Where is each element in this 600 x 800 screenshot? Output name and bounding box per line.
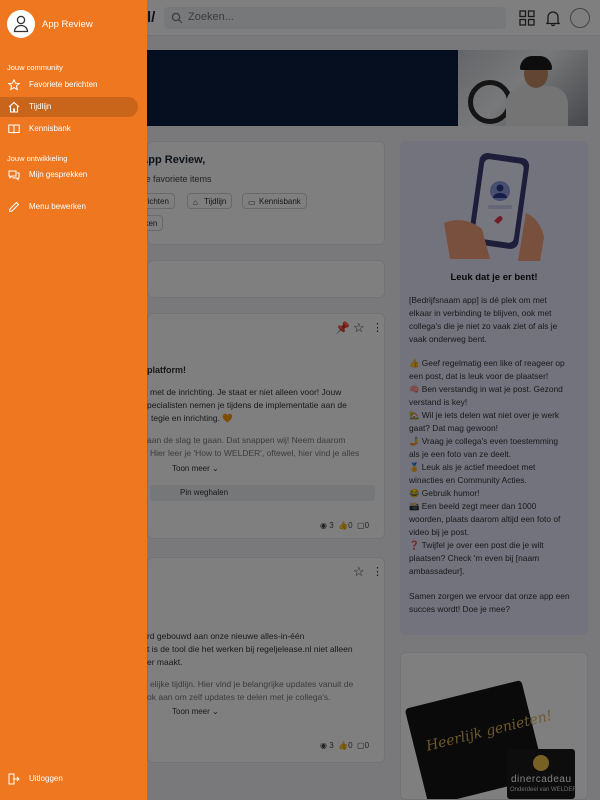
nav-label: Menu bewerken	[29, 202, 86, 211]
pencil-icon	[8, 201, 20, 213]
profile-avatar[interactable]	[7, 10, 35, 38]
drawer-backdrop[interactable]	[147, 0, 600, 800]
user-icon	[13, 15, 29, 33]
home-icon	[8, 101, 20, 113]
nav-item-knowledge-base[interactable]: Kennisbank	[0, 119, 138, 139]
logout-icon	[8, 773, 20, 785]
nav-item-conversations[interactable]: Mijn gesprekken	[0, 165, 138, 185]
navigation-drawer: App Review Jouw community Favoriete beri…	[0, 0, 147, 800]
nav-label: Tijdlijn	[29, 102, 52, 111]
nav-label: Mijn gesprekken	[29, 170, 88, 179]
logout-label: Uitloggen	[29, 774, 63, 783]
section-title-community: Jouw community	[7, 63, 63, 72]
section-title-development: Jouw ontwikkeling	[7, 154, 68, 163]
logout-button[interactable]: Uitloggen	[0, 769, 138, 789]
nav-label: Kennisbank	[29, 124, 71, 133]
nav-item-favorites[interactable]: Favoriete berichten	[0, 75, 138, 95]
nav-label: Favoriete berichten	[29, 80, 98, 89]
nav-item-edit-menu[interactable]: Menu bewerken	[0, 197, 138, 217]
book-icon	[8, 124, 20, 134]
app-name: App Review	[42, 19, 93, 30]
star-icon	[8, 79, 20, 91]
chat-icon	[8, 170, 20, 181]
nav-item-timeline[interactable]: Tijdlijn	[0, 97, 138, 117]
